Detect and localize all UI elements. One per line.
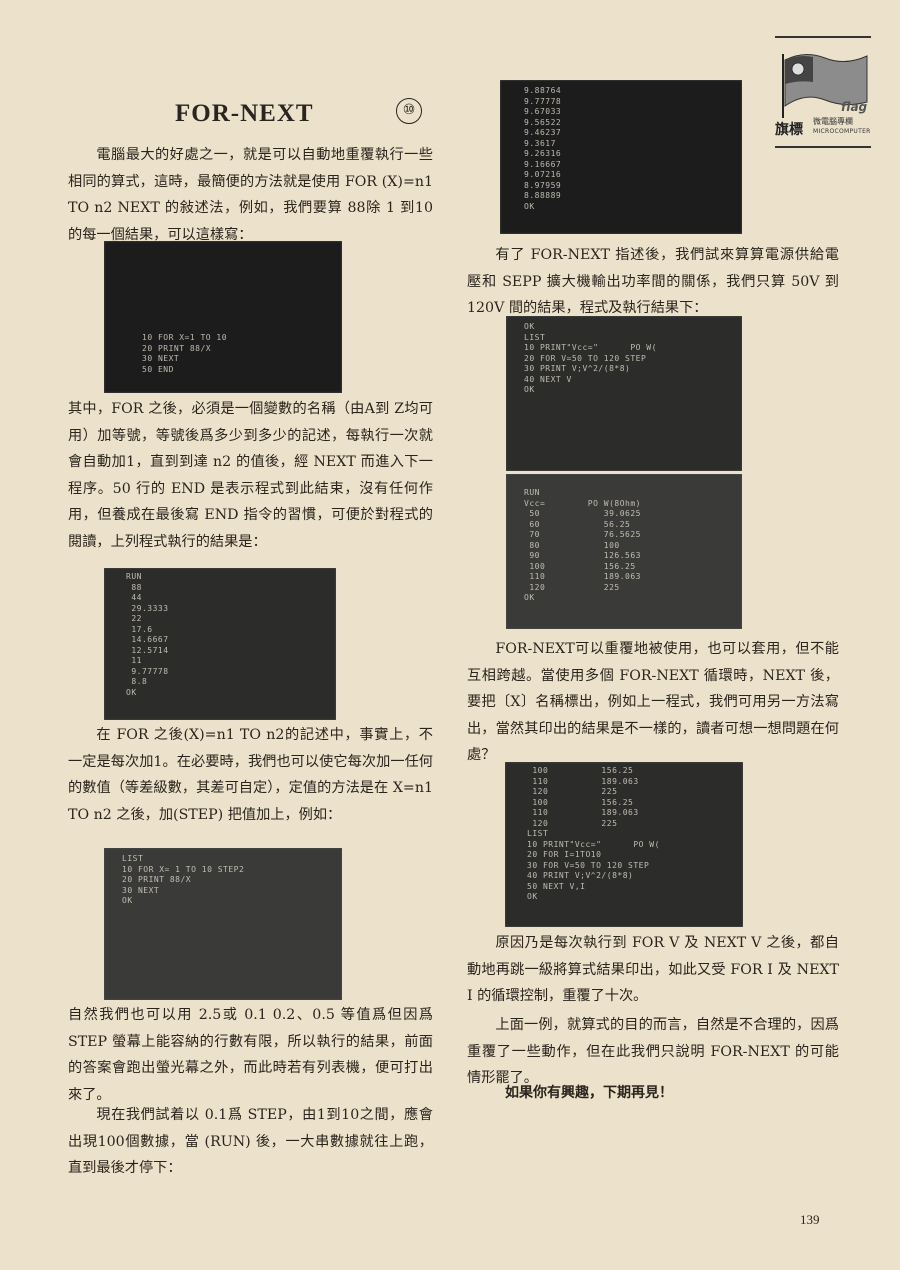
screen-text: 10 FOR X=1 TO 10 20 PRINT 88/X 30 NEXT 5…	[142, 333, 228, 374]
left-paragraph-3: 在 FOR 之後(X)=n1 TO n2的記述中，事實上，不一定是每次加1。在必…	[68, 727, 433, 823]
screen-program-1: 10 FOR X=1 TO 10 20 PRINT 88/X 30 NEXT 5…	[104, 241, 342, 393]
screen-program-3: OK LIST 10 PRINT"Vcc=" PO W( 20 FOR V=50…	[506, 316, 742, 471]
screen-program-4: 100 156.25 110 189.063 120 225 100 156.2…	[505, 762, 743, 927]
closing-line: 如果你有興趣，下期再見！	[505, 1085, 673, 1101]
left-paragraph-1: 電腦最大的好處之一，就是可以自動地重覆執行一些相同的算式，這時，最簡便的方法就是…	[68, 147, 433, 243]
screen-text: 9.88764 9.77778 9.67033 9.56522 9.46237 …	[524, 86, 562, 211]
article-title: FOR-NEXT	[175, 100, 314, 127]
logo-flag-word: flag	[841, 100, 868, 114]
right-paragraph-3: 原因乃是每次執行到 FOR V 及 NEXT V 之後，都自動地再跳一級將算式結…	[467, 935, 839, 1004]
logo-sub-text: 微電腦專欄	[813, 117, 853, 126]
right-paragraph-1: 有了 FOR-NEXT 指述後，我們試來算算電源供給電壓和 SEPP 擴大機輸出…	[467, 247, 839, 316]
screen-text: OK LIST 10 PRINT"Vcc=" PO W( 20 FOR V=50…	[524, 322, 657, 394]
right-paragraph-4: 上面一例，就算式的目的而言，自然是不合理的，因爲重覆了一些動作，但在此我們只說明…	[467, 1017, 839, 1086]
issue-number: ⑩	[396, 98, 422, 124]
screen-text: RUN 88 44 29.3333 22 17.6 14.6667 12.571…	[126, 572, 169, 697]
right-paragraph-2: FOR-NEXT可以重覆地被使用，也可以套用，但不能互相跨越。當使用多個 FOR…	[467, 641, 839, 763]
left-paragraph-4: 自然我們也可以用 2.5或 0.1 0.2、0.5 等值爲但因爲 STEP 螢幕…	[68, 1007, 433, 1103]
logo-sub-en: MICROCOMPUTER	[813, 128, 871, 135]
screen-result-3: RUN Vcc= PO W(8Ohm) 50 39.0625 60 56.25 …	[506, 474, 742, 629]
logo-main-text: 旗標	[775, 122, 803, 138]
page-number: 139	[800, 1212, 820, 1227]
screen-result-2: 9.88764 9.77778 9.67033 9.56522 9.46237 …	[500, 80, 742, 234]
screen-text: LIST 10 FOR X= 1 TO 10 STEP2 20 PRINT 88…	[122, 854, 245, 905]
screen-text: RUN Vcc= PO W(8Ohm) 50 39.0625 60 56.25 …	[524, 488, 641, 602]
left-paragraph-5: 現在我們試着以 0.1爲 STEP，由1到10之間，應會出現100個數據，當 (…	[68, 1107, 433, 1176]
flag-logo: flag 旗標 微電腦專欄 MICROCOMPUTER	[775, 36, 871, 148]
screen-text: 100 156.25 110 189.063 120 225 100 156.2…	[527, 766, 660, 901]
screen-program-2: LIST 10 FOR X= 1 TO 10 STEP2 20 PRINT 88…	[104, 848, 342, 1000]
left-paragraph-2: 其中，FOR 之後，必須是一個變數的名稱（由A到 Z均可用）加等號，等號後爲多少…	[68, 401, 433, 550]
screen-result-1: RUN 88 44 29.3333 22 17.6 14.6667 12.571…	[104, 568, 336, 720]
